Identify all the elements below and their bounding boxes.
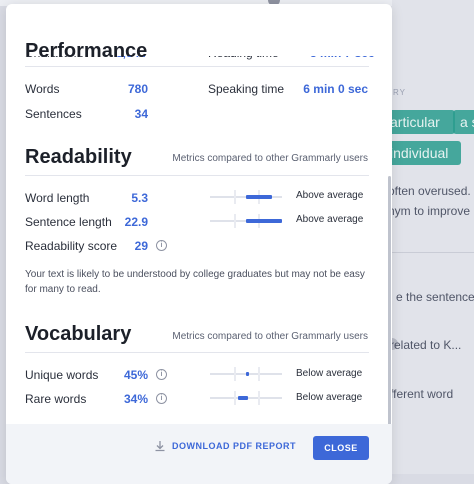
rare-words-label: Rare words [25, 392, 87, 406]
characters-label: Characters [25, 56, 84, 66]
bg-section-label: RY [393, 88, 406, 97]
bg-suggestion-chip: articular [383, 110, 455, 134]
reading-time-label: Reading time [208, 56, 279, 66]
sentences-value: 34 [134, 107, 148, 121]
unique-words-fill [246, 372, 249, 376]
scrollbar[interactable] [388, 176, 391, 426]
sentences-label: Sentences [25, 107, 82, 121]
words-value: 780 [127, 82, 148, 96]
modal-content[interactable]: Performance Characters 3,944 Reading tim… [6, 4, 392, 424]
sentence-length-level: Above average [296, 214, 364, 225]
rare-words-bar [210, 391, 282, 405]
download-label: DOWNLOAD PDF REPORT [172, 441, 296, 451]
info-icon[interactable]: i [156, 240, 167, 251]
statistics-modal: Performance Characters 3,944 Reading tim… [6, 4, 392, 484]
readability-note: Your text is likely to be understood by … [25, 269, 365, 295]
characters-value: 3,944 [116, 56, 146, 66]
word-length-level: Above average [296, 190, 364, 201]
bg-divider [392, 252, 474, 253]
sentence-length-bar [210, 214, 282, 228]
readability-compare-note: Metrics compared to other Grammarly user… [172, 153, 368, 164]
vocabulary-compare-note: Metrics compared to other Grammarly user… [172, 331, 368, 342]
readability-heading: Readability [25, 146, 132, 168]
info-icon[interactable]: i [156, 369, 167, 380]
download-pdf-report-link[interactable]: DOWNLOAD PDF REPORT [154, 440, 296, 452]
readability-score-value: 29 [134, 239, 148, 253]
unique-words-bar [210, 367, 282, 381]
info-icon[interactable]: i [156, 393, 167, 404]
bg-text: related to K... [390, 338, 462, 352]
speaking-time-value: 6 min 0 sec [303, 82, 368, 96]
sentence-length-fill [246, 219, 282, 223]
vocabulary-heading: Vocabulary [25, 323, 132, 345]
bg-text: often overused. [388, 184, 471, 198]
bg-suggestion-chip: individual [383, 141, 461, 165]
bg-text: nym to improve [388, 204, 471, 218]
rare-words-value: 34% [123, 392, 148, 406]
sentence-length-label: Sentence length [25, 215, 112, 229]
speaking-time-label: Speaking time [208, 82, 285, 96]
bg-text: fferent word [390, 387, 454, 401]
unique-words-level: Below average [296, 368, 363, 379]
word-length-fill [246, 195, 272, 199]
sentence-length-value: 22.9 [124, 215, 148, 229]
rare-words-level: Below average [296, 392, 363, 403]
unique-words-value: 45% [123, 368, 148, 382]
download-icon [155, 441, 165, 452]
readability-score-label: Readability score [25, 239, 118, 253]
reading-time-value: 3 min 7 sec [310, 56, 375, 66]
words-label: Words [25, 82, 60, 96]
divider [25, 66, 369, 67]
divider [25, 175, 369, 176]
word-length-value: 5.3 [131, 191, 148, 205]
bg-suggestion-chip: a s [453, 110, 474, 134]
close-button[interactable]: CLOSE [313, 436, 369, 460]
word-length-label: Word length [25, 191, 90, 205]
rare-words-fill [238, 396, 248, 400]
unique-words-label: Unique words [25, 368, 99, 382]
bg-text: e the sentence [396, 290, 474, 304]
divider [25, 352, 369, 353]
background-suggestions-panel [392, 0, 474, 474]
word-length-bar [210, 190, 282, 204]
